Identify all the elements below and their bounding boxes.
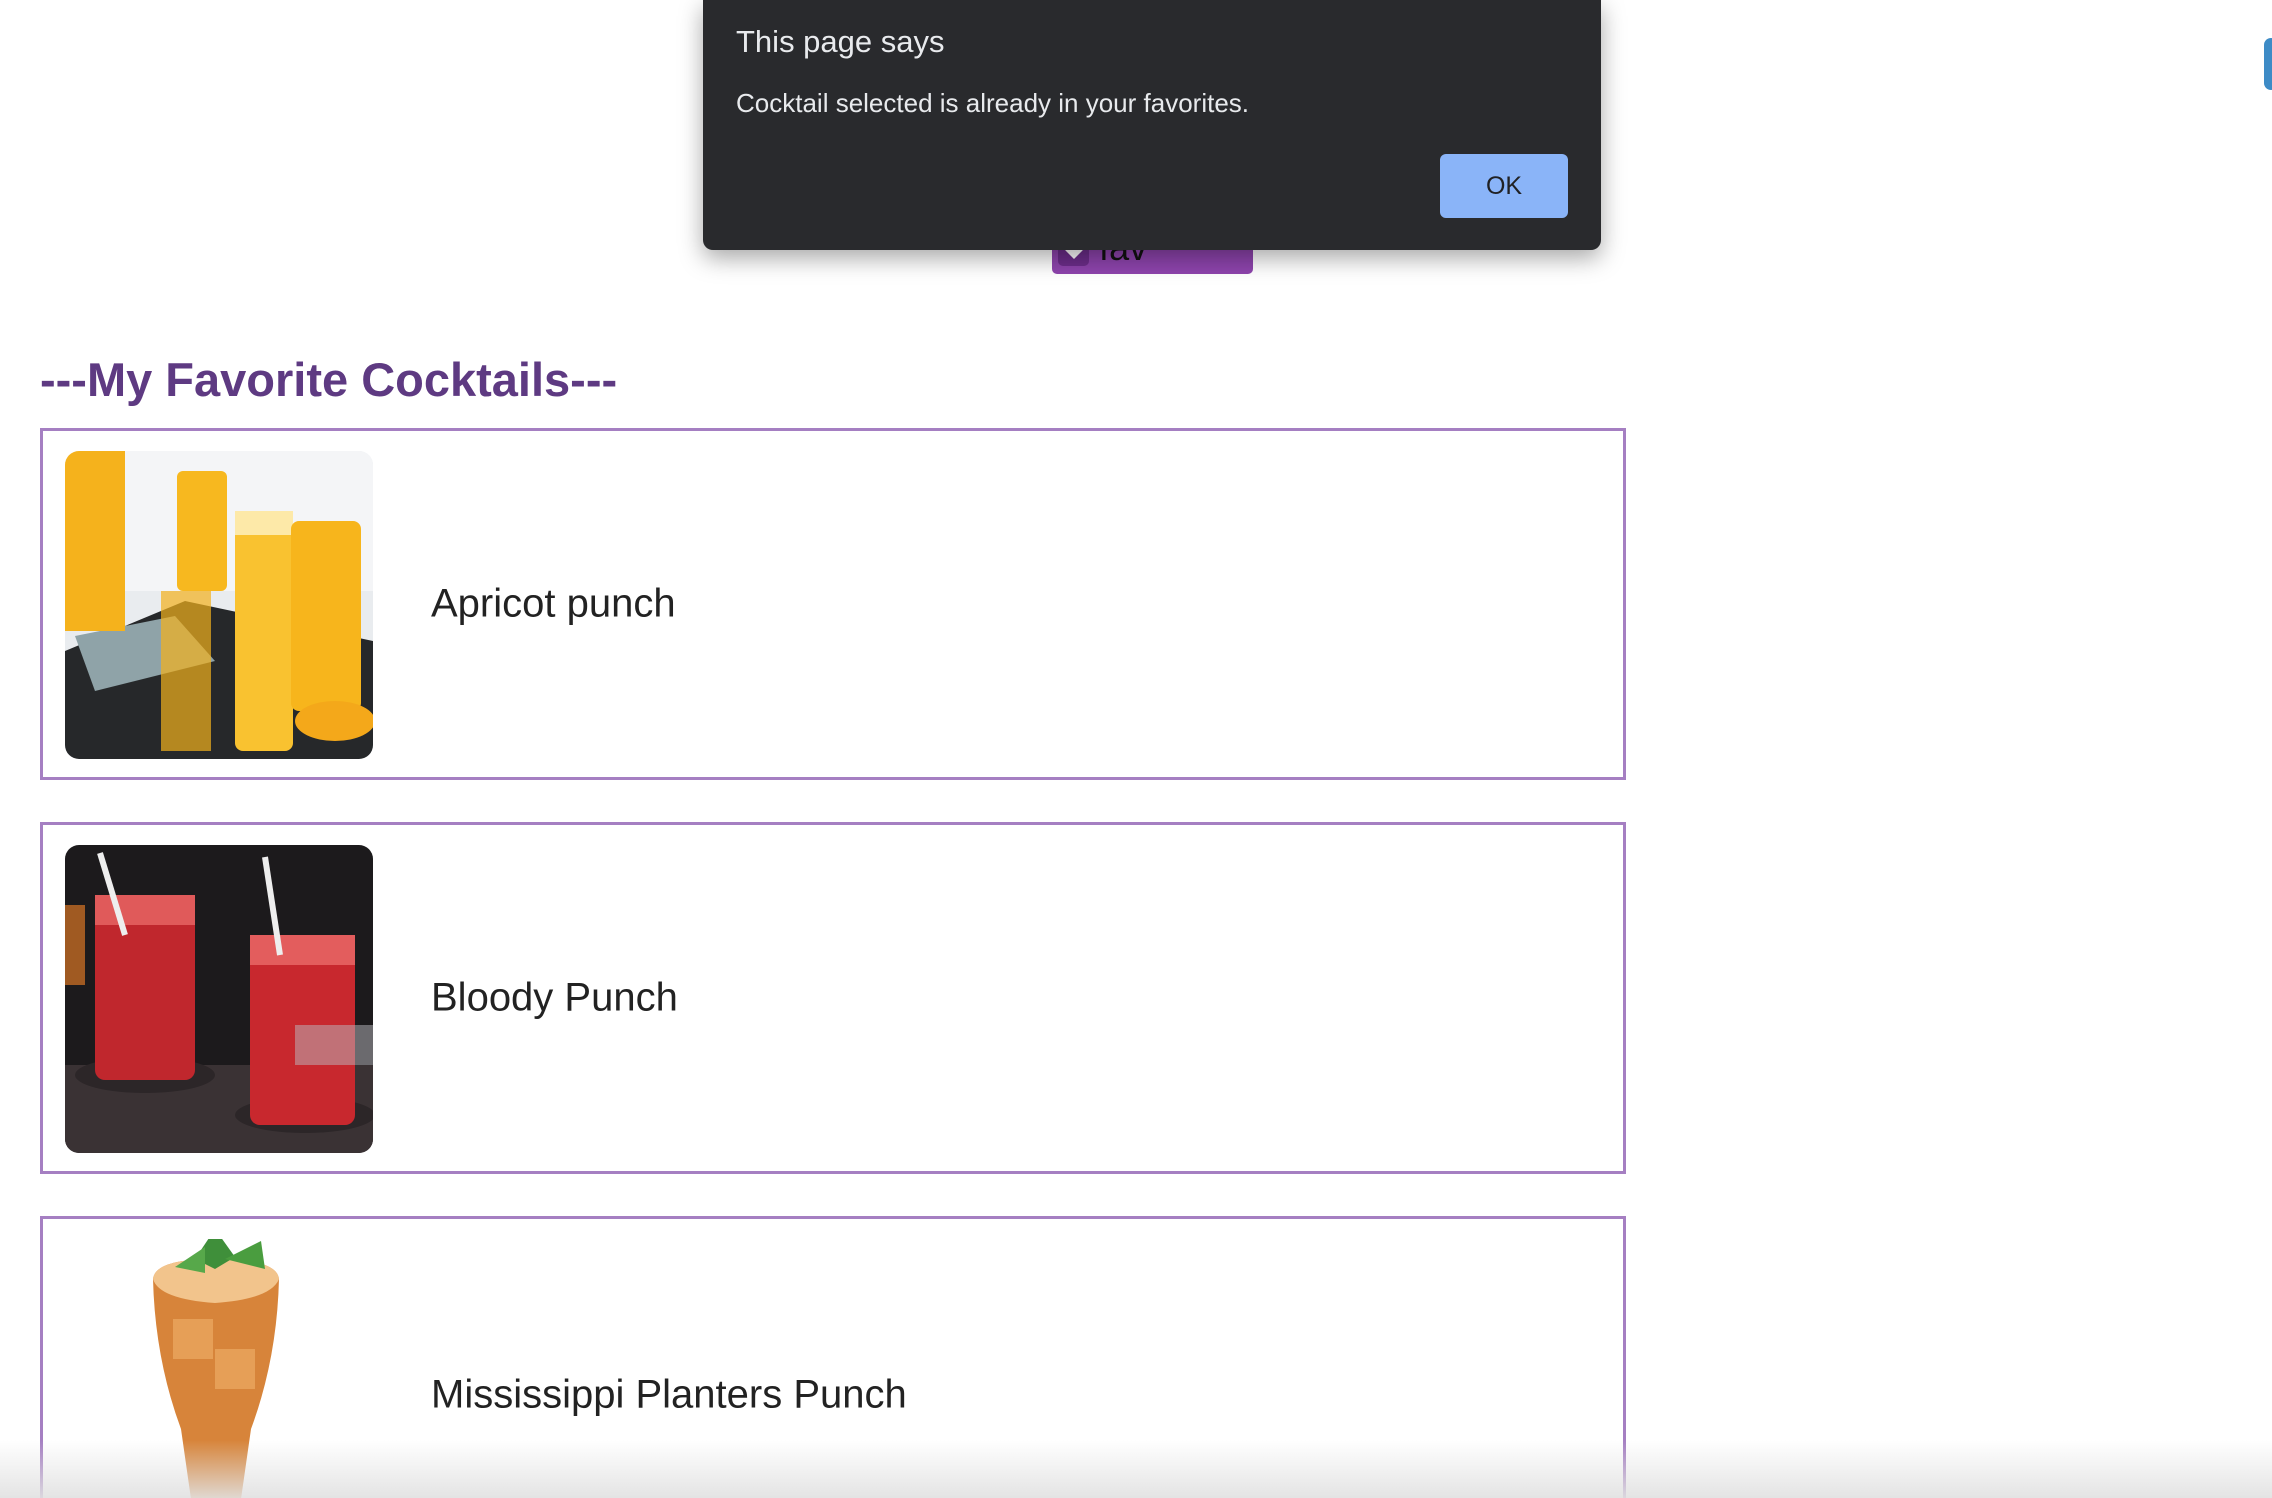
side-edge-tab[interactable] [2264,38,2272,90]
cocktail-name: Apricot punch [431,581,676,626]
cocktail-name: Bloody Punch [431,975,678,1020]
dialog-message: Cocktail selected is already in your fav… [736,88,1250,118]
ok-button[interactable]: OK [1440,154,1568,218]
alert-dialog: This page says Cocktail selected is alre… [703,0,1601,250]
mississippi-planters-punch-photo[interactable] [65,1239,373,1498]
cocktail-name: Mississippi Planters Punch [431,1372,907,1417]
favorite-card[interactable]: Apricot punch [40,428,1626,780]
bloody-punch-photo[interactable] [65,845,373,1153]
dialog-title: This page says [736,24,945,59]
apricot-punch-photo[interactable] [65,451,373,759]
favorite-card[interactable]: Bloody Punch [40,822,1626,1174]
favorite-card[interactable]: Mississippi Planters Punch [40,1216,1626,1498]
favorites-heading: ---My Favorite Cocktails--- [40,353,618,406]
